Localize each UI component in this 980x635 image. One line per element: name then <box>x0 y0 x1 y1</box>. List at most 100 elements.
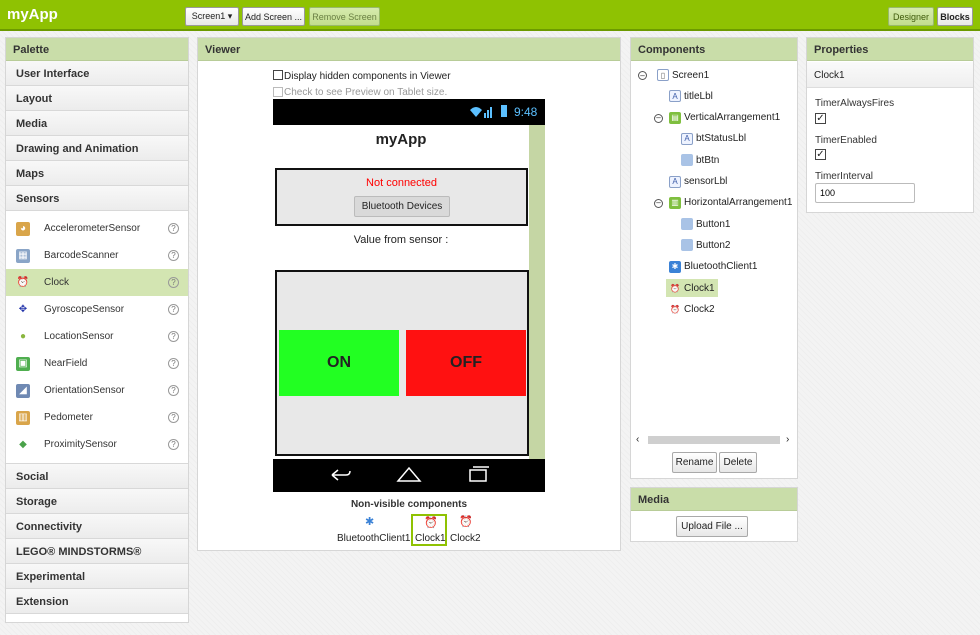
palette-category-user-interface[interactable]: User Interface <box>6 61 188 86</box>
help-icon[interactable]: ? <box>168 331 179 342</box>
palette-category-storage[interactable]: Storage <box>6 489 188 514</box>
upload-file-button[interactable]: Upload File ... <box>676 516 748 537</box>
tree-node-horizontalarrangement1[interactable]: ▥ HorizontalArrangement1 <box>669 194 792 212</box>
palette-item-orientationsensor[interactable]: ◢ OrientationSensor? <box>6 377 188 404</box>
tree-node-screen1[interactable]: ▯ Screen1 <box>657 66 709 84</box>
hidden-components-label: Display hidden components in Viewer <box>284 71 451 82</box>
clock-icon: ⏰ <box>670 283 680 293</box>
palette-category-experimental[interactable]: Experimental <box>6 564 188 589</box>
recent-apps-icon <box>469 466 489 482</box>
off-button[interactable]: OFF <box>406 330 526 396</box>
tree-node-btstatuslbl[interactable]: AbtStatusLbl <box>681 130 746 148</box>
help-icon[interactable]: ? <box>168 223 179 234</box>
on-button[interactable]: ON <box>279 330 399 396</box>
scroll-right-icon[interactable]: › <box>786 434 789 445</box>
palette-category-drawing-and-animation[interactable]: Drawing and Animation <box>6 136 188 161</box>
tree-node-btbtn[interactable]: btBtn <box>681 151 719 169</box>
timer-enabled-checkbox[interactable]: ✓ <box>815 149 826 160</box>
designer-button[interactable]: Designer <box>888 7 934 26</box>
tree-node-titlelbl[interactable]: AtitleLbl <box>669 87 713 105</box>
palette-category-media[interactable]: Media <box>6 111 188 136</box>
help-icon[interactable]: ? <box>168 277 179 288</box>
timer-interval-input[interactable] <box>815 183 915 203</box>
palette-item-accelerometersensor[interactable]: ◕ AccelerometerSensor? <box>6 215 188 242</box>
palette-category-sensors[interactable]: Sensors <box>6 186 188 211</box>
palette-category-lego-mindstorms[interactable]: LEGO® MINDSTORMS® <box>6 539 188 564</box>
tree-node-button1[interactable]: Button1 <box>681 215 730 233</box>
rename-button[interactable]: Rename <box>672 452 717 473</box>
location-icon: ● <box>19 331 27 342</box>
add-screen-button[interactable]: Add Screen ... <box>242 7 305 26</box>
tree-collapse-toggle[interactable]: – <box>654 198 663 208</box>
tree-node-bluetoothclient1[interactable]: ✱ BluetoothClient1 <box>669 258 757 276</box>
proximity-icon: ◆ <box>19 439 27 450</box>
palette-item-pedometer[interactable]: ▥ Pedometer? <box>6 404 188 431</box>
bt-status-label: Not connected <box>366 177 437 189</box>
home-icon <box>396 466 422 482</box>
palette-category-layout[interactable]: Layout <box>6 86 188 111</box>
bluetooth-icon: ✱ <box>365 516 375 528</box>
palette-item-label: LocationSensor <box>44 331 114 342</box>
media-panel: Media Upload File ... <box>630 487 798 542</box>
label-icon: A <box>669 90 681 103</box>
palette-item-barcodescanner[interactable]: ▦ BarcodeScanner? <box>6 242 188 269</box>
tree-node-verticalarrangement1[interactable]: ▤ VerticalArrangement1 <box>669 109 780 127</box>
tree-collapse-toggle[interactable]: – <box>654 113 663 123</box>
blocks-button[interactable]: Blocks <box>937 7 973 26</box>
palette-category-extension[interactable]: Extension <box>6 589 188 614</box>
phone-scrollbar <box>529 125 545 459</box>
top-bar: myApp Screen1 ▾ Add Screen ... Remove Sc… <box>0 0 980 31</box>
palette-item-label: Clock <box>44 277 70 288</box>
tree-node-label: Clock1 <box>684 282 715 294</box>
palette-category-maps[interactable]: Maps <box>6 161 188 186</box>
palette-item-clock[interactable]: ⏰ Clock? <box>6 269 188 296</box>
vertical-arrangement-icon: ▤ <box>669 111 681 124</box>
help-icon[interactable]: ? <box>168 358 179 369</box>
tree-node-button2[interactable]: Button2 <box>681 236 730 254</box>
screen-select[interactable]: Screen1 ▾ <box>185 7 239 26</box>
status-time: 9:48 <box>514 105 538 119</box>
palette-category-connectivity[interactable]: Connectivity <box>6 514 188 539</box>
palette-item-locationsensor[interactable]: ● LocationSensor? <box>6 323 188 350</box>
pedometer-icon: ▥ <box>16 410 30 425</box>
tree-node-label: BluetoothClient1 <box>684 261 758 273</box>
scroll-left-icon[interactable]: ‹ <box>636 434 639 445</box>
tree-node-clock2[interactable]: ⏰ Clock2 <box>669 300 715 318</box>
tree-node-clock1[interactable]: ⏰ Clock1 <box>666 279 718 297</box>
bluetooth-devices-button[interactable]: Bluetooth Devices <box>354 196 450 217</box>
scrollbar-thumb[interactable] <box>648 436 780 444</box>
delete-button[interactable]: Delete <box>719 452 757 473</box>
help-icon[interactable]: ? <box>168 412 179 423</box>
tree-horizontal-scrollbar[interactable]: ‹ › <box>636 434 796 446</box>
palette-header: Palette <box>6 38 188 61</box>
palette-category-social[interactable]: Social <box>6 464 188 489</box>
nonvisible-clock2[interactable]: Clock2 <box>450 533 481 544</box>
nonvisible-bluetoothclient1[interactable]: BluetoothClient1 <box>337 533 410 544</box>
label-icon: A <box>681 132 693 145</box>
clock-icon: ⏰ <box>459 516 473 528</box>
status-bar: 9:48 <box>273 99 545 125</box>
palette-item-nearfield[interactable]: ▣ NearField? <box>6 350 188 377</box>
hidden-components-checkbox[interactable] <box>273 70 283 80</box>
remove-screen-button[interactable]: Remove Screen <box>309 7 380 26</box>
help-icon[interactable]: ? <box>168 439 179 450</box>
app-screen: myApp Not connected Bluetooth Devices Va… <box>273 125 529 459</box>
palette-item-label: Pedometer <box>44 412 93 423</box>
palette-item-label: BarcodeScanner <box>44 250 119 261</box>
tablet-preview-checkbox[interactable] <box>273 87 283 97</box>
tree-node-label: Button1 <box>696 218 731 230</box>
help-icon[interactable]: ? <box>168 385 179 396</box>
app-title: myApp <box>7 6 58 23</box>
palette-item-label: ProximitySensor <box>44 439 117 450</box>
tree-collapse-toggle[interactable]: – <box>638 71 647 80</box>
tree-node-sensorlbl[interactable]: AsensorLbl <box>669 173 727 191</box>
nonvisible-title: Non-visible components <box>350 499 468 510</box>
palette-item-gyroscopesensor[interactable]: ✥ GyroscopeSensor? <box>6 296 188 323</box>
palette-item-proximitysensor[interactable]: ◆ ProximitySensor? <box>6 431 188 458</box>
help-icon[interactable]: ? <box>168 250 179 261</box>
tree-node-label: VerticalArrangement1 <box>684 112 781 124</box>
help-icon[interactable]: ? <box>168 304 179 315</box>
nonvisible-clock1-selected[interactable]: ⏰ Clock1 <box>411 514 447 546</box>
tree-node-label: titleLbl <box>684 90 713 102</box>
timer-always-fires-checkbox[interactable]: ✓ <box>815 113 826 124</box>
